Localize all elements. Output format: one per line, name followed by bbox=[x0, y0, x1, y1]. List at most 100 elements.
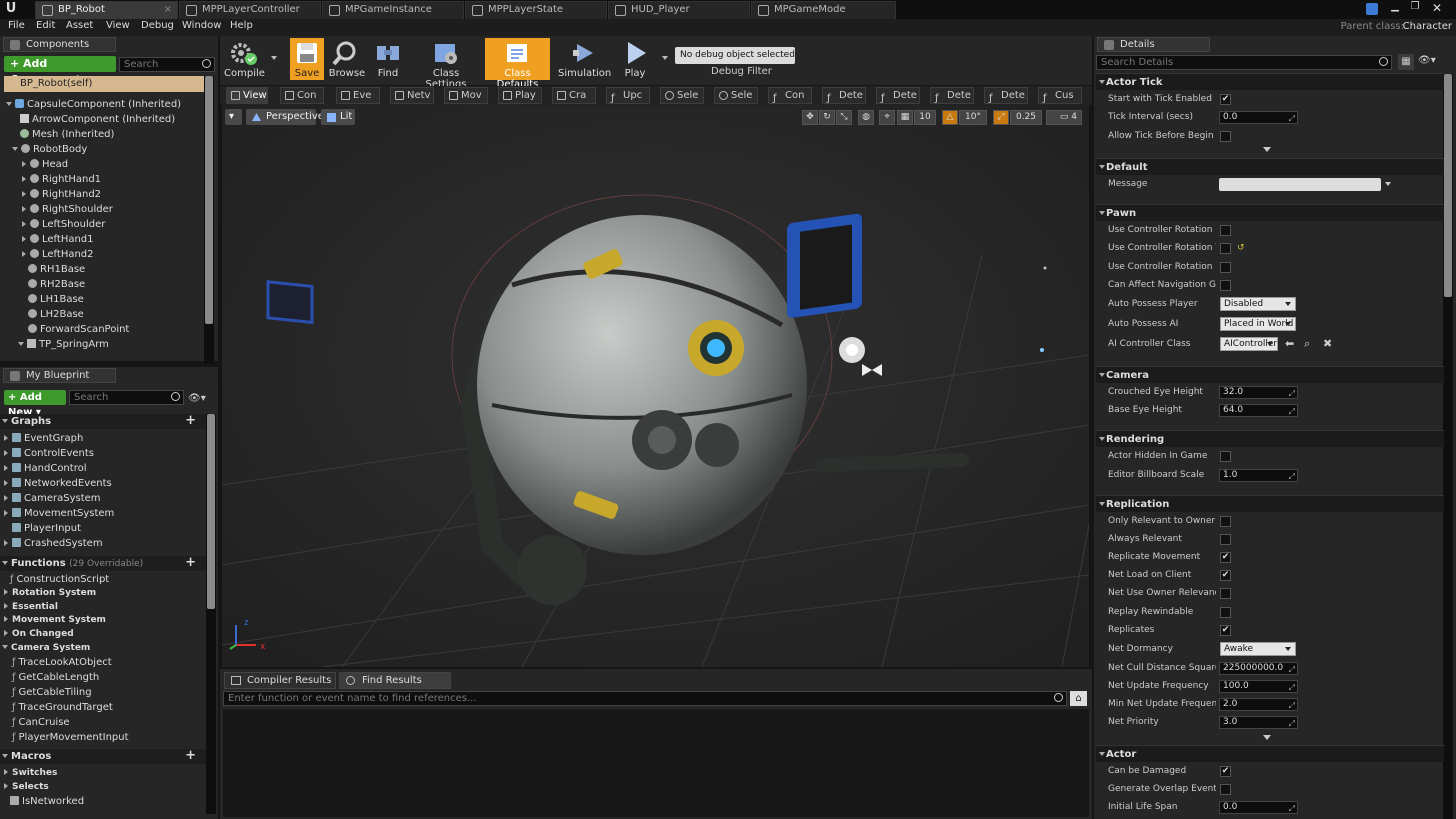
ai-controller-dropdown[interactable]: AIController bbox=[1220, 337, 1278, 351]
close-window-button[interactable]: ✕ bbox=[1428, 1, 1446, 15]
graph-item[interactable]: CameraSystem bbox=[0, 491, 204, 506]
actor-hidden-checkbox[interactable] bbox=[1220, 451, 1231, 462]
class-settings-button[interactable]: Class Settings bbox=[414, 38, 478, 90]
always-relevant-checkbox[interactable] bbox=[1220, 534, 1231, 545]
start-tick-checkbox[interactable]: ✔ bbox=[1220, 94, 1231, 105]
clear-x-icon[interactable]: ✖ bbox=[1323, 337, 1332, 350]
tree-item[interactable]: LH2Base bbox=[0, 307, 204, 322]
menu-edit[interactable]: Edit bbox=[36, 20, 55, 31]
components-search-input[interactable]: Search bbox=[119, 57, 215, 72]
tree-item[interactable]: Mesh (Inherited) bbox=[0, 127, 204, 142]
rotation-snap-value[interactable]: 10° bbox=[959, 110, 987, 125]
tab-bp-robot[interactable]: BP_Robot × bbox=[35, 1, 178, 19]
self-component[interactable]: BP_Robot(self) bbox=[4, 76, 204, 92]
menu-help[interactable]: Help bbox=[230, 20, 253, 31]
minimize-button[interactable]: ▁ bbox=[1386, 1, 1404, 15]
tab-function-det-3[interactable]: ƒ Dete bbox=[930, 87, 974, 104]
tree-item[interactable]: RH2Base bbox=[0, 277, 204, 292]
details-search-input[interactable]: Search Details bbox=[1096, 55, 1392, 70]
find-in-all-blueprints-button[interactable]: ⌂ bbox=[1070, 691, 1087, 706]
eye-icon[interactable]: 👁▾ bbox=[188, 393, 206, 404]
graph-item[interactable]: HandControl bbox=[0, 461, 204, 476]
use-selected-arrow-icon[interactable]: ⬅ bbox=[1285, 337, 1294, 350]
rotation-snap-icon[interactable]: △ bbox=[942, 110, 958, 125]
section-actor[interactable]: Actor bbox=[1096, 745, 1444, 762]
function-item[interactable]: ƒ PlayerMovementInput bbox=[0, 730, 204, 745]
grid-snap-icon[interactable]: ▦ bbox=[897, 110, 913, 125]
message-color-picker[interactable] bbox=[1219, 178, 1381, 191]
tab-compiler-results[interactable]: Compiler Results bbox=[224, 672, 336, 689]
add-component-button[interactable]: + Add Component ▾ bbox=[4, 56, 116, 86]
perspective-button[interactable]: Perspective bbox=[246, 109, 324, 125]
replicate-movement-checkbox[interactable]: ✔ bbox=[1220, 552, 1231, 563]
tab-mpplayercontroller[interactable]: MPPLayerController bbox=[179, 1, 321, 19]
tree-item[interactable]: TP_SpringArm bbox=[0, 337, 204, 352]
can-be-damaged-checkbox[interactable]: ✔ bbox=[1220, 766, 1231, 777]
only-relevant-checkbox[interactable] bbox=[1220, 516, 1231, 527]
chevron-down-icon[interactable] bbox=[1385, 182, 1391, 186]
compile-button[interactable]: Compile bbox=[224, 38, 265, 80]
functions-header[interactable]: Functions (29 Overridable) + bbox=[0, 556, 206, 571]
details-scrollbar[interactable] bbox=[1443, 74, 1453, 819]
details-tab[interactable]: Details bbox=[1097, 37, 1210, 52]
scale-snap-icon[interactable]: ⤢ bbox=[993, 110, 1009, 125]
maximize-button[interactable]: ❐ bbox=[1406, 1, 1424, 15]
function-category[interactable]: Movement System bbox=[0, 614, 204, 627]
section-pawn[interactable]: Pawn bbox=[1096, 204, 1444, 221]
property-matrix-icon[interactable]: ▦ bbox=[1398, 54, 1414, 70]
add-new-button[interactable]: + Add New ▾ bbox=[4, 390, 66, 418]
camera-speed-button[interactable]: ▭ 4 bbox=[1046, 110, 1082, 125]
function-item[interactable]: ƒ TraceGroundTarget bbox=[0, 700, 204, 715]
scroll-thumb[interactable] bbox=[1444, 74, 1452, 297]
tab-function-upc[interactable]: ƒ Upc bbox=[606, 87, 650, 104]
net-cull-field[interactable]: 225000000.0 ⤢ bbox=[1219, 662, 1298, 675]
use-ctrl-roll-checkbox[interactable] bbox=[1220, 262, 1231, 273]
tab-viewport[interactable]: View bbox=[226, 87, 268, 104]
play-button[interactable]: Play bbox=[618, 38, 652, 80]
rotate-icon[interactable]: ↻ bbox=[819, 110, 835, 125]
eye-icon[interactable]: 👁▾ bbox=[1418, 55, 1436, 66]
graph-item[interactable]: ControlEvents bbox=[0, 446, 204, 461]
menu-asset[interactable]: Asset bbox=[66, 20, 93, 31]
parent-class-value[interactable]: Character bbox=[1403, 21, 1452, 32]
net-use-owner-checkbox[interactable] bbox=[1220, 588, 1231, 599]
section-replication[interactable]: Replication bbox=[1096, 495, 1444, 512]
viewport-options-button[interactable]: ▾ bbox=[225, 109, 242, 125]
translate-icon[interactable]: ✥ bbox=[802, 110, 818, 125]
use-ctrl-yaw-checkbox[interactable] bbox=[1220, 243, 1231, 254]
graph-item[interactable]: CrashedSystem bbox=[0, 536, 204, 551]
tab-player[interactable]: Play bbox=[498, 87, 542, 104]
viewport[interactable]: x z ▾ Perspective Lit bbox=[222, 105, 1089, 667]
tab-function-con[interactable]: ƒ Con bbox=[768, 87, 812, 104]
components-tab[interactable]: Components bbox=[3, 37, 116, 52]
add-macro-button[interactable]: + bbox=[185, 749, 196, 762]
scale-icon[interactable]: ⤡ bbox=[836, 110, 852, 125]
function-item[interactable]: ƒ ConstructionScript bbox=[0, 573, 204, 587]
auto-possess-ai-dropdown[interactable]: Placed in World bbox=[1220, 317, 1296, 331]
tree-item[interactable]: ForwardScanPoint bbox=[0, 322, 204, 337]
scroll-thumb[interactable] bbox=[205, 76, 213, 324]
use-ctrl-pitch-checkbox[interactable] bbox=[1220, 225, 1231, 236]
expand-advanced-icon[interactable] bbox=[1263, 147, 1271, 152]
replay-rewindable-checkbox[interactable] bbox=[1220, 607, 1231, 618]
debug-object-dropdown[interactable]: No debug object selected ▾ bbox=[675, 47, 795, 64]
save-button[interactable]: Save bbox=[290, 38, 324, 80]
function-category[interactable]: Camera System bbox=[0, 641, 204, 655]
tree-item[interactable]: LeftHand1 bbox=[0, 232, 204, 247]
tab-crashed[interactable]: Cra bbox=[552, 87, 596, 104]
tab-mpplayerstate[interactable]: MPPLayerState bbox=[465, 1, 607, 19]
tree-item[interactable]: RightShoulder bbox=[0, 202, 204, 217]
macro-category[interactable]: Switches bbox=[0, 766, 204, 780]
find-button[interactable]: Find bbox=[370, 38, 406, 80]
tab-function-det-4[interactable]: ƒ Dete bbox=[984, 87, 1028, 104]
graph-item[interactable]: PlayerInput bbox=[0, 521, 204, 536]
function-item[interactable]: ƒ GetCableTiling bbox=[0, 685, 204, 700]
compile-options-chevron-icon[interactable] bbox=[271, 56, 277, 60]
browse-search-icon[interactable]: ⌕ bbox=[1304, 337, 1310, 351]
crouched-eye-field[interactable]: 32.0 ⤢ bbox=[1219, 386, 1298, 399]
add-graph-button[interactable]: + bbox=[185, 414, 196, 427]
menu-file[interactable]: File bbox=[8, 20, 25, 31]
section-camera[interactable]: Camera bbox=[1096, 366, 1444, 383]
tree-item[interactable]: LeftShoulder bbox=[0, 217, 204, 232]
class-defaults-button[interactable]: Class Defaults bbox=[485, 38, 550, 90]
